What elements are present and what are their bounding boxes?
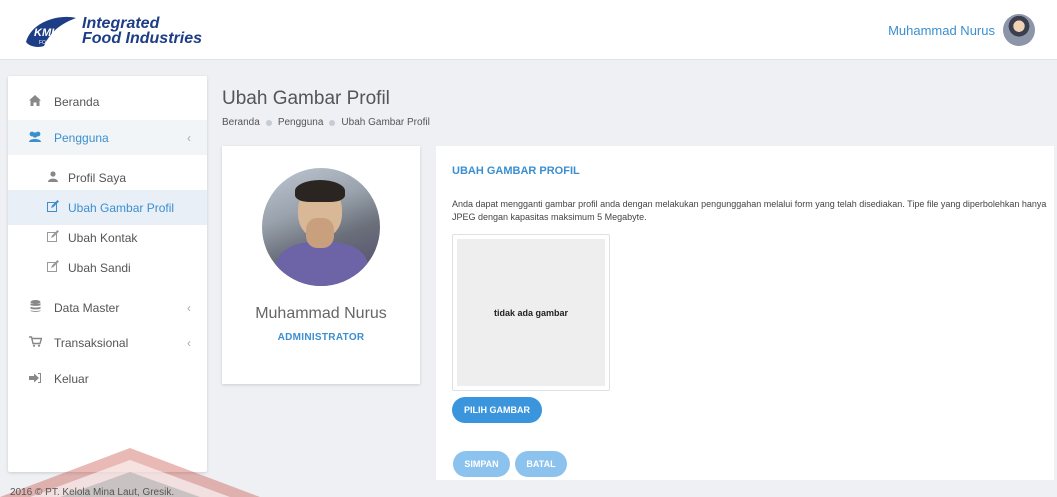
pick-image-button[interactable]: PILIH GAMBAR [452,397,542,423]
brand-logo[interactable]: KML FOOD Integrated Food Industries [22,12,202,50]
sidebar-item-label: Transaksional [54,335,129,350]
database-icon [26,300,44,315]
user-name[interactable]: Muhammad Nurus [888,23,995,38]
breadcrumb-item-pengguna[interactable]: Pengguna [278,117,324,128]
breadcrumb-item-current: Ubah Gambar Profil [341,117,430,128]
edit-icon [44,230,62,245]
image-preview: tidak ada gambar [452,234,610,391]
sidebar-item-label: Data Master [54,300,120,315]
save-button[interactable]: SIMPAN [453,451,510,477]
image-preview-placeholder: tidak ada gambar [457,239,605,386]
sidebar-item-label: Keluar [54,371,89,386]
chevron-left-icon: ‹ [187,335,191,350]
sidebar-item-label: Beranda [54,94,100,109]
photo-hair [295,180,345,202]
page-title: Ubah Gambar Profil [222,88,390,109]
upload-form-card: UBAH GAMBAR PROFIL Anda dapat mengganti … [436,146,1054,480]
form-description: Anda dapat mengganti gambar profil anda … [452,199,1047,222]
home-icon [26,94,44,109]
sidebar-item-transaksional[interactable]: Transaksional ‹ [8,325,207,360]
sidebar-item-label: Pengguna [54,130,109,145]
breadcrumb-item-beranda[interactable]: Beranda [222,117,260,128]
sidebar-item-beranda[interactable]: Beranda [8,84,207,119]
logo-mark-text: KML [34,27,58,39]
sidebar-item-ubah-sandi[interactable]: Ubah Sandi [8,250,207,285]
profile-photo [262,168,380,286]
chevron-left-icon: ‹ [187,130,191,145]
sidebar-item-data-master[interactable]: Data Master ‹ [8,290,207,325]
kml-logo-icon: KML FOOD [22,12,78,50]
sidebar-item-label: Profil Saya [68,170,127,185]
logo-mark-sub: FOOD [39,40,54,46]
users-icon [26,131,44,145]
sidebar: Beranda Pengguna ‹ Profil Saya Ubah Gamb… [8,76,207,472]
profile-name: Muhammad Nurus [255,305,387,322]
edit-icon [44,200,62,215]
user-icon [44,170,62,185]
brand-line-1: Integrated [82,15,160,32]
photo-shirt [276,242,368,286]
user-menu[interactable]: Muhammad Nurus [888,14,1035,46]
photo-hand [306,218,334,248]
cart-icon [26,335,44,350]
sidebar-item-label: Ubah Sandi [68,260,131,275]
footer-copyright: 2016 © PT. Kelola Mina Laut, Gresik. [10,487,175,497]
profile-card: Muhammad Nurus ADMINISTRATOR [222,146,420,384]
breadcrumb: Beranda Pengguna Ubah Gambar Profil [222,117,430,128]
top-bar: KML FOOD Integrated Food Industries Muha… [0,0,1057,60]
brand-name: Integrated Food Industries [82,15,202,47]
breadcrumb-separator-icon [265,119,272,126]
form-title: UBAH GAMBAR PROFIL [452,165,580,177]
breadcrumb-separator-icon [329,119,336,126]
chevron-left-icon: ‹ [187,300,191,315]
sign-out-icon [26,372,44,386]
profile-role: ADMINISTRATOR [277,332,365,343]
edit-icon [44,260,62,275]
brand-line-2: Food Industries [82,30,202,47]
cancel-button[interactable]: BATAL [515,451,567,477]
sidebar-item-label: Ubah Kontak [68,230,138,245]
sidebar-item-pengguna[interactable]: Pengguna ‹ [8,120,207,155]
avatar[interactable] [1003,14,1035,46]
sidebar-item-label: Ubah Gambar Profil [68,200,175,215]
sidebar-item-keluar[interactable]: Keluar [8,361,207,396]
